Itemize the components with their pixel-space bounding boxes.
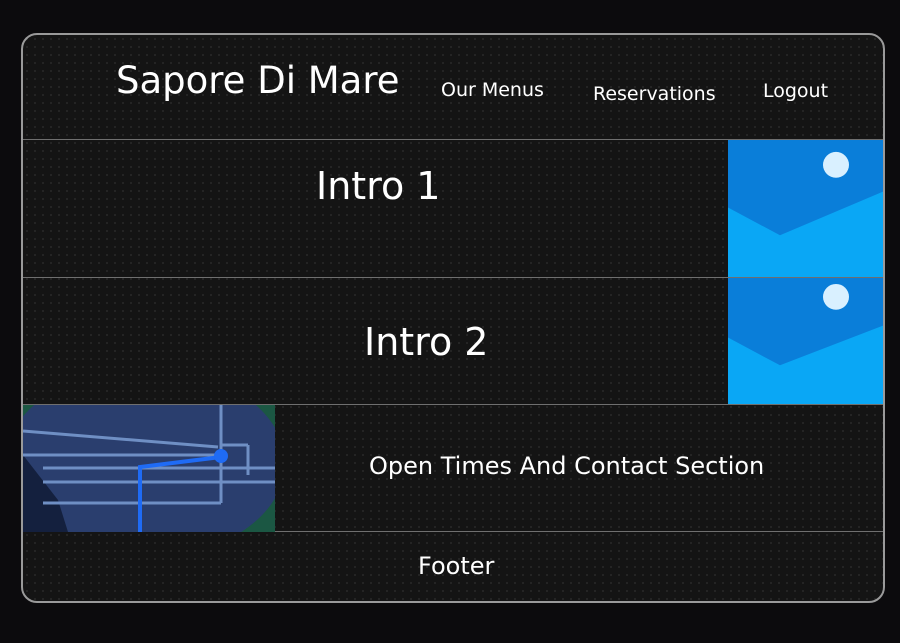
contact-section-title: Open Times And Contact Section bbox=[369, 452, 765, 480]
intro-1-title: Intro 1 bbox=[316, 164, 441, 208]
nav-link-our-menus[interactable]: Our Menus bbox=[441, 79, 544, 101]
map-icon bbox=[23, 405, 275, 532]
header-section: Sapore Di Mare Our Menus Reservations Lo… bbox=[23, 35, 883, 140]
footer-label: Footer bbox=[418, 552, 495, 580]
contact-section: Open Times And Contact Section bbox=[23, 405, 883, 532]
nav-link-reservations[interactable]: Reservations bbox=[593, 83, 716, 105]
image-placeholder-icon bbox=[728, 278, 883, 404]
intro-1-section: Intro 1 bbox=[23, 140, 883, 278]
image-placeholder-icon bbox=[728, 140, 883, 277]
page-wireframe: Sapore Di Mare Our Menus Reservations Lo… bbox=[21, 33, 885, 603]
intro-2-section: Intro 2 bbox=[23, 278, 883, 405]
site-title: Sapore Di Mare bbox=[116, 59, 400, 102]
nav-link-logout[interactable]: Logout bbox=[763, 80, 828, 102]
intro-2-title: Intro 2 bbox=[364, 320, 489, 364]
footer-section: Footer bbox=[23, 532, 883, 601]
